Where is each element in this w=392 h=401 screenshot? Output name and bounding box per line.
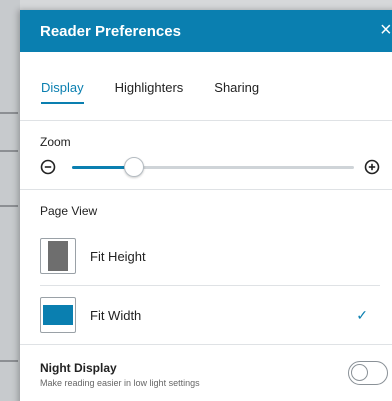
toggle-knob <box>351 364 368 381</box>
page-view-label: Page View <box>40 204 98 218</box>
night-display-description: Make reading easier in low light setting… <box>40 377 200 388</box>
background-line <box>0 150 18 152</box>
fit-width-icon <box>40 297 76 333</box>
zoom-in-icon[interactable] <box>364 159 380 175</box>
fit-height-label: Fit Height <box>90 248 146 264</box>
reader-preferences-panel: Reader Preferences × Display Highlighter… <box>20 10 392 401</box>
divider <box>40 285 380 286</box>
zoom-label: Zoom <box>40 135 71 149</box>
close-button[interactable]: × <box>380 18 392 42</box>
night-display-toggle[interactable] <box>348 361 388 385</box>
checkmark-icon: ✓ <box>356 306 368 323</box>
zoom-controls <box>40 156 380 177</box>
fit-height-option[interactable]: Fit Height <box>40 233 380 279</box>
fit-width-option[interactable]: Fit Width ✓ <box>40 292 380 338</box>
tab-display[interactable]: Display <box>41 80 84 104</box>
fit-height-icon <box>40 238 76 274</box>
panel-title: Reader Preferences <box>40 22 181 40</box>
background-line <box>0 360 18 362</box>
close-icon: × <box>380 19 392 41</box>
zoom-slider-thumb[interactable] <box>124 156 145 177</box>
background-line <box>0 112 18 114</box>
background-line <box>0 205 18 207</box>
fit-width-label: Fit Width <box>90 307 142 323</box>
page-view-section: Page View Fit Height Fit Width ✓ <box>20 190 392 338</box>
panel-header: Reader Preferences × <box>20 10 392 52</box>
night-display-title: Night Display <box>40 360 117 375</box>
zoom-section: Zoom <box>20 121 392 189</box>
tab-sharing[interactable]: Sharing <box>214 80 259 102</box>
zoom-out-icon[interactable] <box>40 159 56 175</box>
zoom-slider[interactable] <box>72 156 354 177</box>
night-display-row: Night Display Make reading easier in low… <box>20 345 392 401</box>
tab-highlighters[interactable]: Highlighters <box>115 80 184 102</box>
preferences-tabs: Display Highlighters Sharing <box>20 52 392 120</box>
